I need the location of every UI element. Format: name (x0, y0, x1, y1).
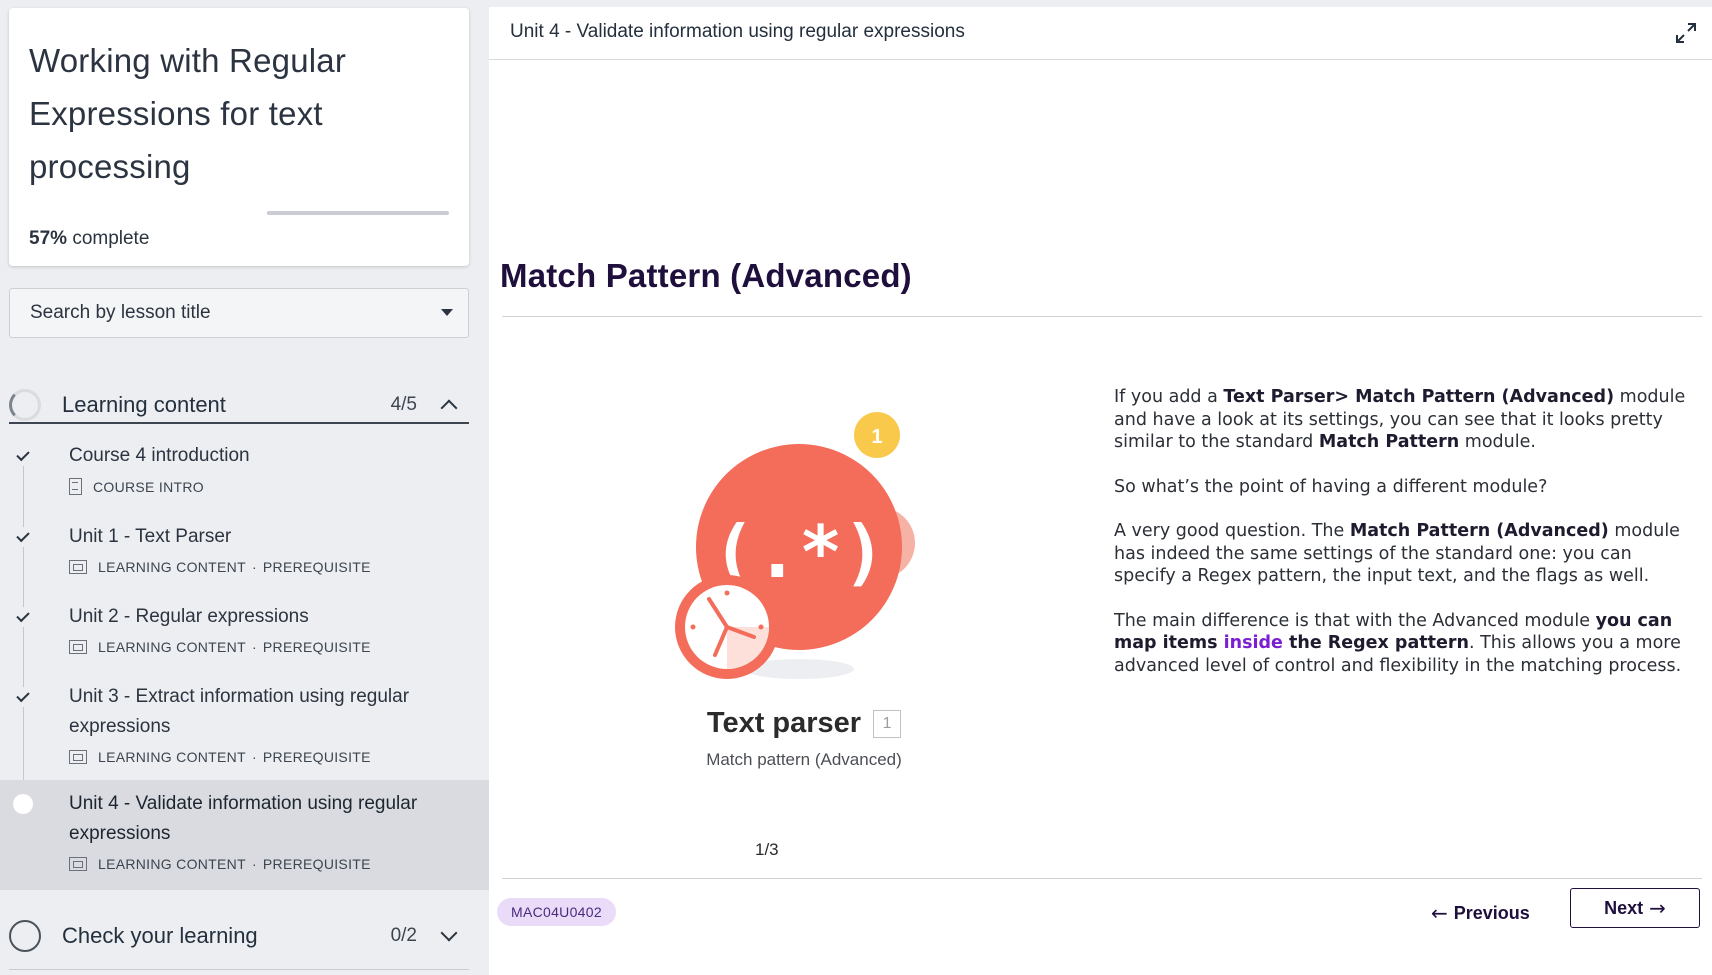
lesson-tag: PREREQUISITE (262, 749, 371, 765)
document-icon (69, 478, 82, 495)
heading-divider (502, 316, 1702, 317)
progress-text: 57% complete (29, 228, 149, 250)
bold-text: Match Pattern (Advanced) (1349, 521, 1609, 541)
caret-down-icon (441, 309, 453, 316)
bold-text: Text Parser> Match Pattern (Advanced) (1223, 387, 1615, 407)
section-count: 4/5 (390, 394, 417, 415)
lesson-content-panel: Unit 4 - Validate information using regu… (489, 7, 1712, 975)
lesson-type: LEARNING CONTENT (98, 749, 246, 765)
section-check-your-learning[interactable]: Check your learning 0/2 (9, 901, 469, 971)
bold-text: Match Pattern (1318, 432, 1460, 452)
chevron-up-icon (440, 399, 458, 417)
paragraph-4: The main difference is that with the Adv… (1114, 610, 1694, 678)
bold-text: the Regex pattern (1282, 633, 1469, 653)
text-run: The main difference is that with the Adv… (1114, 610, 1596, 631)
course-title: Working with Regular Expressions for tex… (29, 42, 347, 185)
next-label: Next (1604, 897, 1644, 918)
lesson-meta: LEARNING CONTENT · PREREQUISITE (69, 856, 371, 872)
content-header-title: Unit 4 - Validate information using regu… (510, 21, 965, 42)
footer-divider (502, 878, 1702, 879)
expand-icon[interactable] (1674, 21, 1698, 45)
course-sidebar: Working with Regular Expressions for tex… (0, 0, 489, 975)
lesson-type: LEARNING CONTENT (98, 856, 246, 872)
page-title: Match Pattern (Advanced) (500, 257, 912, 294)
progress-bar (267, 211, 449, 215)
lesson-search-placeholder: Search by lesson title (30, 302, 211, 323)
lesson-type: LEARNING CONTENT (98, 639, 246, 655)
module-id-badge: 1 (873, 709, 902, 738)
lesson-description: If you add a Text Parser> Match Pattern … (1114, 386, 1694, 699)
lesson-type: COURSE INTRO (93, 478, 204, 495)
slide-counter: 1/3 (755, 840, 779, 859)
next-button[interactable]: Next → (1570, 888, 1700, 928)
section-label: Learning content (62, 392, 226, 417)
chevron-down-icon (440, 924, 458, 942)
previous-label: Previous (1453, 902, 1530, 923)
progress-percent: 57% (29, 228, 68, 249)
module-name: Text parser 1 (654, 707, 954, 740)
meta-separator: · (251, 749, 257, 765)
text-run: A very good question. The (1114, 521, 1350, 541)
meta-separator: · (251, 639, 257, 655)
previous-button[interactable]: ← Previous (1431, 901, 1530, 925)
lesson-meta: COURSE INTRO (69, 478, 204, 495)
lesson-item-unit-1[interactable]: Unit 1 - Text Parser LEARNING CONTENT · … (0, 521, 489, 595)
clock-icon (675, 575, 779, 679)
progress-ring-icon (9, 389, 41, 421)
lesson-title: Unit 2 - Regular expressions (69, 606, 309, 627)
lesson-title: Unit 4 - Validate information using regu… (69, 793, 418, 844)
lesson-tag: PREREQUISITE (262, 639, 371, 655)
lesson-meta: LEARNING CONTENT · PREREQUISITE (69, 559, 371, 575)
lesson-search-select[interactable]: Search by lesson title (9, 288, 469, 338)
lesson-title: Unit 1 - Text Parser (69, 526, 232, 547)
module-name-text: Text parser (706, 707, 862, 739)
section-divider (9, 969, 469, 970)
paragraph-1: If you add a Text Parser> Match Pattern … (1114, 386, 1694, 454)
progress-bar-fill (267, 211, 371, 215)
meta-separator: · (251, 856, 257, 872)
screen-icon (69, 560, 87, 574)
arrow-left-icon: ← (1431, 901, 1448, 925)
paragraph-3: A very good question. The Match Pattern … (1114, 520, 1694, 588)
text-run: module. (1459, 432, 1536, 452)
lesson-item-unit-4-active[interactable]: Unit 4 - Validate information using regu… (0, 780, 489, 890)
lesson-code-badge: MAC04U0402 (497, 898, 616, 926)
arrow-right-icon: → (1649, 896, 1666, 920)
module-subtitle: Match pattern (Advanced) (706, 750, 902, 769)
lesson-title: Course 4 introduction (69, 445, 250, 466)
highlight-text: inside (1223, 633, 1283, 653)
section-learning-content[interactable]: Learning content 4/5 (9, 370, 469, 440)
lesson-item-course-intro[interactable]: Course 4 introduction COURSE INTRO (0, 440, 489, 514)
text-parser-module-illustration: (.*) 1 (675, 407, 915, 679)
screen-icon (69, 750, 87, 764)
lesson-type: LEARNING CONTENT (98, 559, 246, 575)
section-count: 0/2 (390, 925, 417, 946)
course-card: Working with Regular Expressions for tex… (9, 8, 469, 266)
lesson-title: Unit 3 - Extract information using regul… (69, 686, 410, 737)
paragraph-2: So what’s the point of having a differen… (1114, 476, 1548, 497)
content-header: Unit 4 - Validate information using regu… (489, 7, 1712, 60)
notification-count: 1 (871, 426, 882, 448)
meta-separator: · (251, 559, 257, 575)
lesson-meta: LEARNING CONTENT · PREREQUISITE (69, 749, 371, 765)
lesson-item-unit-2[interactable]: Unit 2 - Regular expressions LEARNING CO… (0, 601, 489, 675)
screen-icon (69, 640, 87, 654)
lesson-tag: PREREQUISITE (262, 559, 371, 575)
screen-icon (69, 857, 87, 871)
lesson-item-unit-3[interactable]: Unit 3 - Extract information using regul… (0, 681, 489, 785)
text-run: If you add a (1114, 387, 1224, 407)
status-dot (13, 794, 33, 814)
lesson-meta: LEARNING CONTENT · PREREQUISITE (69, 639, 371, 655)
progress-ring-icon (9, 920, 41, 952)
progress-suffix: complete (72, 228, 150, 249)
section-label: Check your learning (62, 923, 258, 948)
section-divider (9, 422, 469, 424)
lesson-tag: PREREQUISITE (262, 856, 371, 872)
